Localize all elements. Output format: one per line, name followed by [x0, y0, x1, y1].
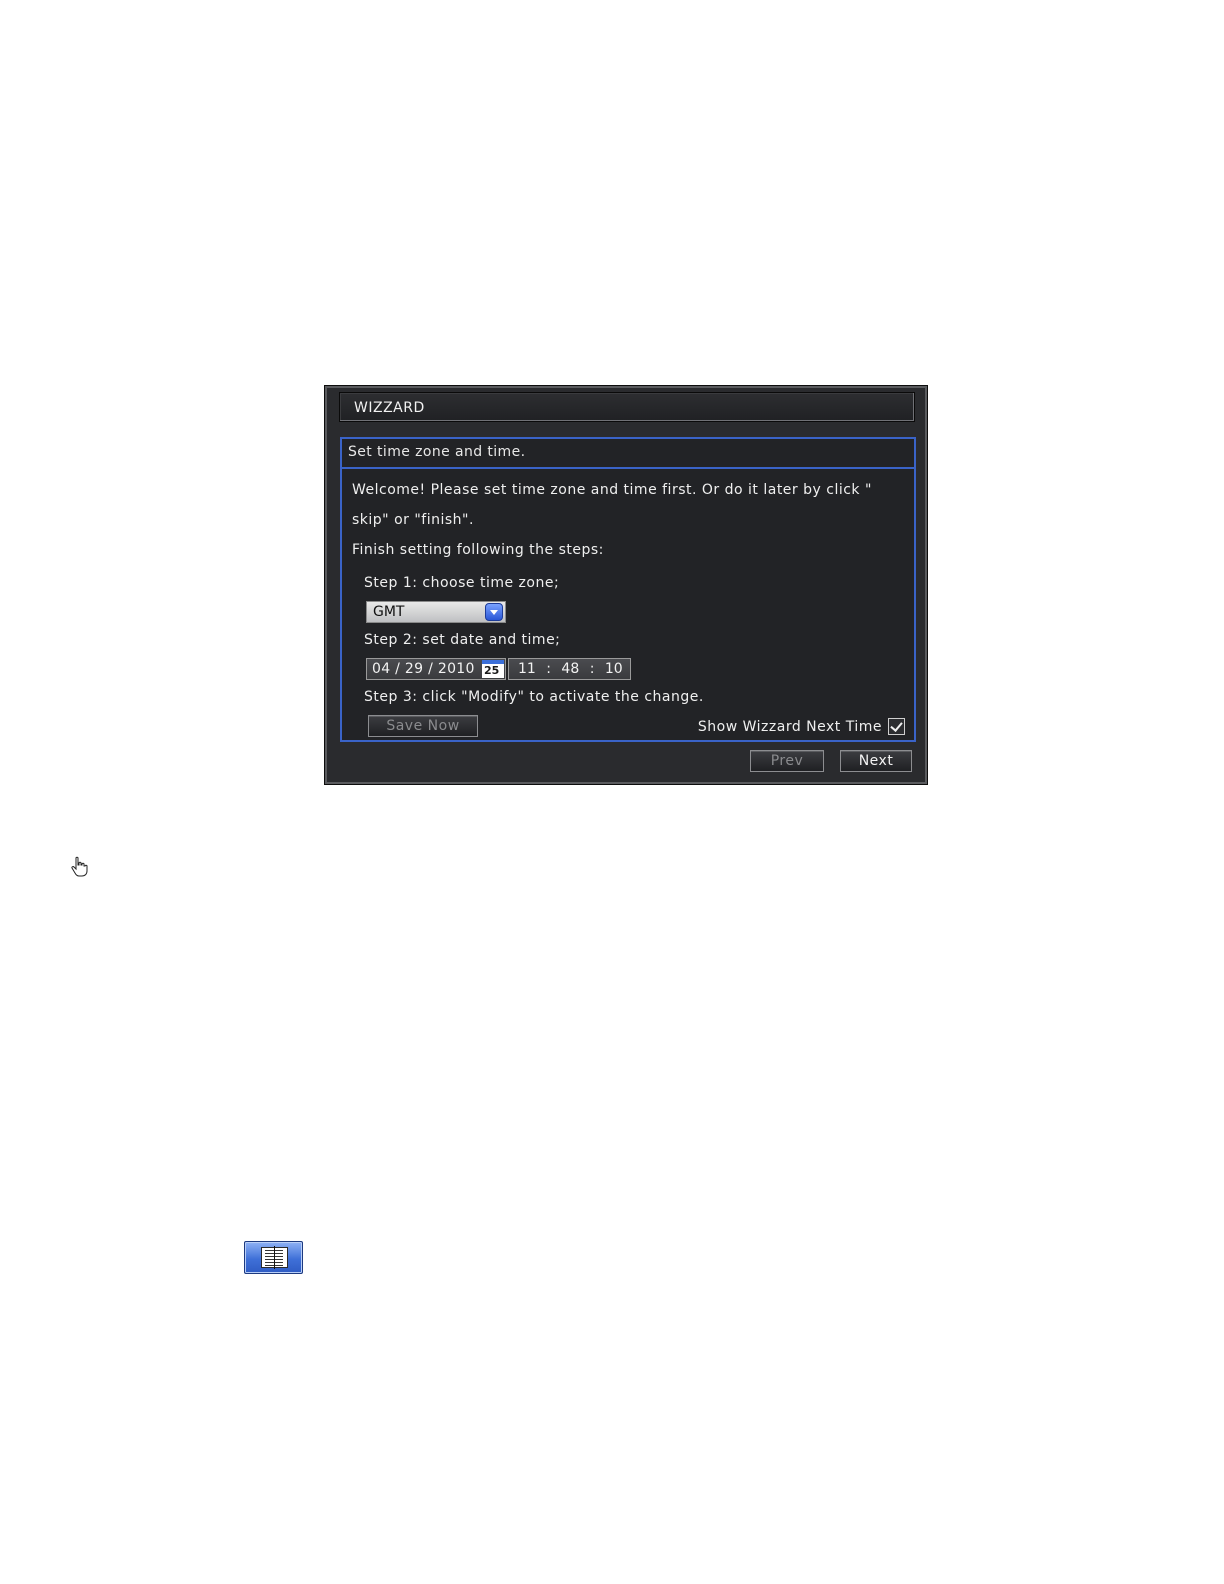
date-value: 04 / 29 / 2010: [372, 661, 475, 677]
step1-label: Step 1: choose time zone;: [364, 575, 560, 591]
time-value: 11 : 48 : 10: [518, 661, 623, 677]
book-icon[interactable]: [244, 1241, 303, 1274]
wizard-content-frame: Set time zone and time. Welcome! Please …: [340, 437, 916, 742]
steps-heading: Finish setting following the steps:: [352, 542, 604, 558]
time-field[interactable]: 11 : 48 : 10: [508, 658, 631, 680]
intro-text-line1: Welcome! Please set time zone and time f…: [352, 482, 872, 498]
show-wizard-next-time-label: Show Wizzard Next Time: [697, 719, 882, 735]
calendar-icon[interactable]: 25: [482, 660, 504, 678]
intro-text-line2: skip" or "finish".: [352, 512, 474, 528]
hand-cursor-icon: [71, 856, 88, 877]
date-field[interactable]: 04 / 29 / 2010 25: [366, 658, 506, 680]
wizard-subtitle: Set time zone and time.: [348, 444, 526, 460]
subtitle-row: Set time zone and time.: [342, 439, 914, 469]
wizard-window: WIZZARD Set time zone and time. Welcome!…: [324, 385, 928, 785]
timezone-select[interactable]: GMT: [366, 601, 506, 623]
prev-button[interactable]: Prev: [750, 750, 824, 772]
chevron-down-icon[interactable]: [485, 603, 503, 621]
timezone-value: GMT: [373, 604, 405, 620]
page: WIZZARD Set time zone and time. Welcome!…: [0, 0, 1224, 1584]
next-button[interactable]: Next: [840, 750, 912, 772]
wizard-titlebar: WIZZARD: [339, 392, 915, 422]
wizard-title: WIZZARD: [354, 400, 425, 416]
show-wizard-next-time-checkbox[interactable]: [888, 718, 905, 735]
save-now-button[interactable]: Save Now: [368, 715, 478, 737]
step3-label: Step 3: click "Modify" to activate the c…: [364, 689, 704, 705]
calendar-day: 25: [484, 664, 500, 677]
step2-label: Step 2: set date and time;: [364, 632, 561, 648]
book-spine: [274, 1246, 275, 1269]
